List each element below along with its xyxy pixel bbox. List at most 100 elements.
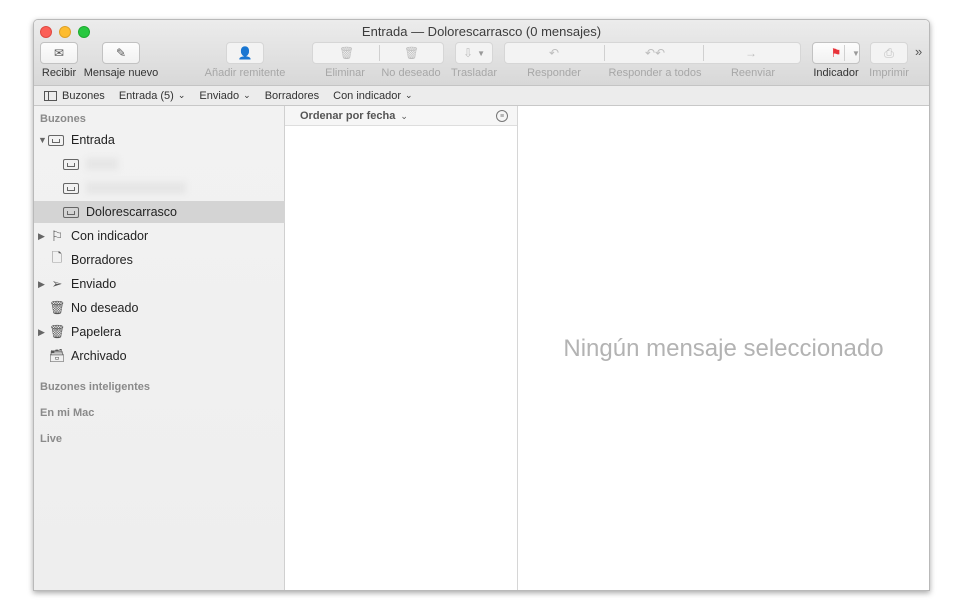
sidebar-item-label: Archivado [71, 349, 127, 363]
forward-icon: → [745, 46, 757, 60]
inbox-tray-icon [48, 134, 66, 146]
sidebar-toggle-icon [44, 90, 57, 101]
flag-outline-icon: ⚐ [50, 227, 64, 244]
receive-label: Recibir [41, 67, 77, 79]
disclosure-open-icon[interactable]: ▼ [38, 135, 47, 145]
favorites-flagged-button[interactable]: Con indicador ⌄ [333, 90, 412, 102]
flag-label: Indicador [813, 67, 859, 79]
sidebar-item-label: Entrada [71, 133, 115, 147]
favorites-drafts-label: Borradores [264, 89, 320, 102]
sidebar-item-label: No deseado [71, 301, 139, 315]
reply-icon: ↶ [549, 46, 560, 60]
paper-plane-icon: ➢ [51, 276, 63, 291]
inbox-tray-icon [63, 206, 81, 218]
inbox-tray-icon [63, 158, 81, 170]
redacted-account-name [86, 158, 118, 170]
mail-window: Entrada — Dolorescarrasco (0 mensajes) ✉… [33, 19, 930, 591]
reply-all-icon: ↶↶ [645, 46, 666, 60]
segment-divider [844, 45, 845, 61]
sidebar-item-archive[interactable]: 🗃 Archivado [34, 345, 285, 367]
archive-box-icon: 🗃 [48, 348, 66, 363]
sort-by-label: Ordenar por fecha [300, 109, 396, 122]
redacted-account-name [86, 182, 186, 194]
favorites-bar: Buzones Entrada (5) ⌄ Enviado ⌄ Borradores… [34, 86, 929, 106]
sidebar-item-inbox[interactable]: ▼ Entrada [34, 129, 285, 151]
trash-icon: 🗑 [339, 46, 355, 60]
document-icon: 🗋 [51, 250, 63, 265]
section-header-smart-mailboxes[interactable]: Buzones inteligentes [40, 381, 150, 393]
chevron-down-icon: ⌄ [400, 110, 408, 121]
section-header-mailboxes[interactable]: Buzones [40, 113, 86, 125]
sidebar-item-label: Enviado [71, 277, 117, 291]
disclosure-closed-icon[interactable]: ▶ [38, 279, 45, 290]
filter-icon[interactable]: ≡ [496, 110, 508, 122]
disclosure-closed-icon[interactable]: ▶ [38, 327, 45, 338]
print-button[interactable]: ⎙ [870, 42, 908, 64]
sidebar-item-inbox-account[interactable] [34, 177, 285, 199]
move-button[interactable]: ⇩ ▼ [455, 42, 493, 64]
print-label: Imprimir [869, 67, 909, 79]
message-preview-pane: Ningún mensaje seleccionado [518, 106, 929, 590]
sidebar-item-trash[interactable]: ▶ 🗑 Papelera [34, 321, 285, 343]
window-title: Entrada — Dolorescarrasco (0 mensajes) [361, 24, 602, 39]
reply-all-label[interactable]: Responder a todos [601, 67, 709, 79]
chevron-down-icon: ⌄ [243, 90, 251, 100]
new-message-button[interactable]: ✎ [102, 42, 140, 64]
flag-icon: ⚑ [830, 46, 842, 60]
favorites-sent-button[interactable]: Enviado ⌄ [199, 90, 250, 102]
add-sender-label: Añadir remitente [204, 67, 286, 79]
move-tray-icon: ⇩ [463, 46, 474, 60]
trash-icon: 🗑 [48, 324, 66, 339]
section-header-on-my-mac[interactable]: En mi Mac [40, 407, 94, 419]
add-person-icon: 👤 [237, 46, 253, 60]
more-toolbar-items-button[interactable]: » [915, 44, 922, 59]
compose-icon: ✎ [115, 46, 127, 60]
disclosure-closed-icon[interactable]: ▶ [38, 231, 45, 242]
no-message-selected-text: Ningún mensaje seleccionado [563, 335, 884, 362]
sidebar-item-inbox-account[interactable] [34, 153, 285, 175]
favorites-mailboxes-button[interactable]: Buzones [44, 90, 105, 102]
envelope-icon: ✉ [53, 46, 65, 60]
delete-junk-group: 🗑 🗑 [312, 42, 444, 64]
favorites-mailboxes-label: Buzones [62, 89, 105, 102]
sidebar-item-label: Dolorescarrasco [86, 205, 178, 219]
chevron-down-icon: ▼ [852, 48, 860, 58]
reply-label[interactable]: Responder [516, 67, 592, 79]
sidebar-item-drafts[interactable]: 🗋 Borradores [34, 249, 285, 271]
sidebar-item-dolorescarrasco[interactable]: Dolorescarrasco [34, 201, 285, 223]
move-label: Trasladar [450, 67, 498, 79]
section-header-live[interactable]: Live [40, 433, 62, 445]
new-message-label: Mensaje nuevo [83, 67, 159, 79]
junk-icon: 🗑 [404, 46, 420, 60]
message-list: Ordenar por fecha ⌄ ≡ [285, 106, 518, 590]
forward-label[interactable]: Reenviar [719, 67, 787, 79]
favorites-drafts-button[interactable]: Borradores [265, 90, 319, 102]
segment-divider [703, 45, 704, 61]
sidebar-item-label: Borradores [71, 253, 133, 267]
segment-divider [379, 45, 380, 61]
sidebar-item-label: Con indicador [71, 229, 149, 243]
flag-button[interactable]: ⚑ ▼ [812, 42, 860, 64]
sidebar-item-label: Papelera [71, 325, 122, 339]
mailbox-sidebar: Buzones ▼ Entrada Dolorescarrasco ▶ ⚐ Co… [34, 106, 285, 590]
junk-bin-icon: 🗑 [48, 300, 66, 315]
junk-label[interactable]: No deseado [379, 67, 443, 79]
sort-by-button[interactable]: Ordenar por fecha ⌄ [300, 110, 408, 122]
receive-button[interactable]: ✉ [40, 42, 78, 64]
segment-divider [604, 45, 605, 61]
add-sender-button[interactable]: 👤 [226, 42, 264, 64]
message-list-header: Ordenar por fecha ⌄ ≡ [285, 106, 517, 126]
sidebar-item-sent[interactable]: ▶ ➢ Enviado [34, 273, 285, 295]
favorites-flagged-label: Con indicador [333, 89, 401, 102]
favorites-inbox-button[interactable]: Entrada (5) ⌄ [119, 90, 186, 102]
reply-group: ↶ ↶↶ → [504, 42, 801, 64]
favorites-inbox-label: Entrada (5) [118, 89, 174, 102]
delete-label[interactable]: Eliminar [319, 67, 371, 79]
sidebar-item-junk[interactable]: 🗑 No deseado [34, 297, 285, 319]
inbox-tray-icon [63, 182, 81, 194]
chevron-down-icon: ⌄ [177, 90, 186, 100]
toolbar: Entrada — Dolorescarrasco (0 mensajes) ✉… [34, 20, 929, 86]
chevron-down-icon: ▼ [477, 48, 485, 58]
printer-icon: ⎙ [884, 46, 894, 60]
sidebar-item-flagged[interactable]: ▶ ⚐ Con indicador [34, 225, 285, 247]
